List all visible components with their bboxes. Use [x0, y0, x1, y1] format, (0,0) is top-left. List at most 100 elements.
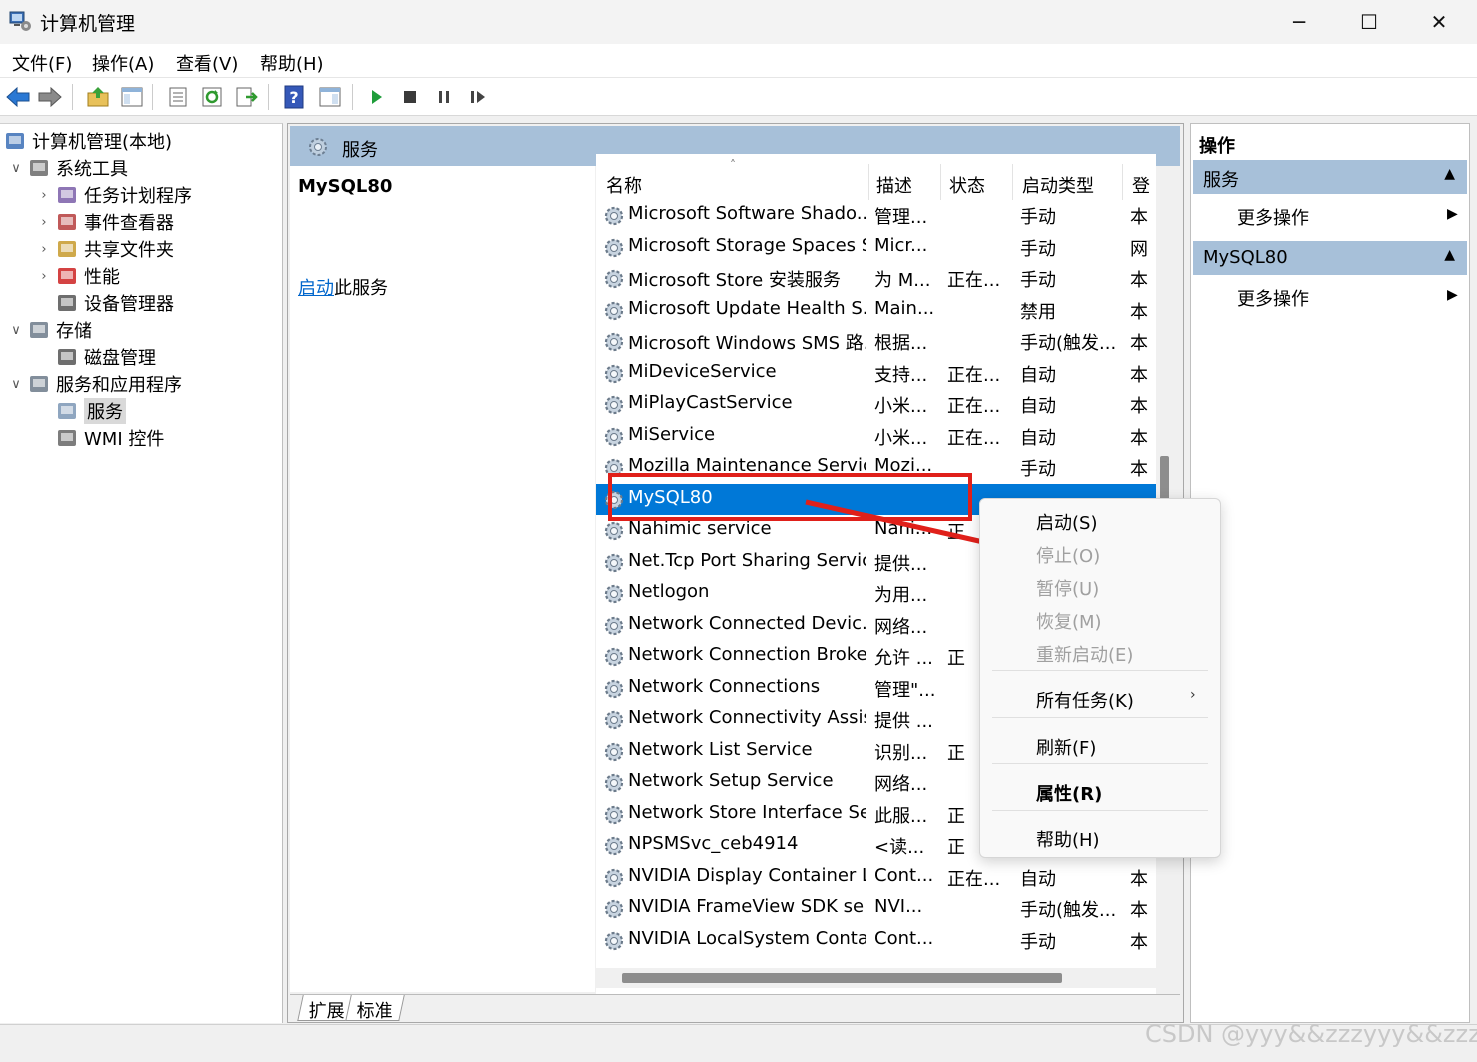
collapse-chevron-icon[interactable]: › [36, 188, 52, 203]
service-name: Net.Tcp Port Sharing Service [628, 549, 866, 571]
collapse-up-icon[interactable]: ▲ [1444, 166, 1455, 182]
refresh-icon[interactable] [198, 83, 226, 111]
column-header-description[interactable]: 描述 [876, 172, 912, 198]
title-bar: 计算机管理 ─ ☐ ✕ [0, 0, 1477, 44]
maximize-button[interactable]: ☐ [1334, 0, 1404, 44]
column-header-status[interactable]: 状态 [949, 172, 985, 198]
service-row[interactable]: MiPlayCastService 小米... 正在... 自动 本 [596, 389, 1156, 420]
collapse-up-icon[interactable]: ▲ [1444, 247, 1455, 263]
close-button[interactable]: ✕ [1404, 0, 1474, 44]
service-gear-icon [604, 364, 624, 383]
more-actions-services[interactable]: 更多操作 [1237, 204, 1309, 230]
service-logon: 本 [1130, 364, 1148, 386]
context-menu-item[interactable]: 所有任务(K) [1036, 687, 1134, 713]
service-row[interactable]: NVIDIA FrameView SDK se... NVI... 手动(触发...… [596, 893, 1156, 924]
context-menu: 启动(S) 停止(O) 暂停(U) 恢复(M) 重新启动(E) 所有任务(K) 刷新(F) 属… [979, 498, 1221, 858]
horizontal-scroll-thumb[interactable] [622, 973, 1062, 983]
service-startup-type: 手动(触发... [1020, 900, 1117, 921]
expand-chevron-icon[interactable]: ∨ [8, 161, 24, 176]
service-row[interactable]: Microsoft Store 安装服务 为 M... 正在... 手动 本 [596, 263, 1156, 294]
forward-arrow-icon[interactable] [36, 83, 64, 111]
collapse-chevron-icon[interactable]: › [36, 242, 52, 257]
service-startup-type: 自动 [1020, 364, 1056, 386]
service-status: 正在... [947, 427, 1001, 449]
tree-item[interactable]: › 事件查看器 [36, 209, 174, 235]
context-menu-item: 停止(O) [1036, 546, 1101, 567]
navigation-tree: 计算机管理(本地) ∨ 系统工具 › 任务计划程序 › 事件查看器 › 共享文件夹 › 性能 设备管理… [0, 123, 283, 1023]
service-row[interactable]: NVIDIA Display Container LS Cont... 正在... 自… [596, 862, 1156, 893]
services-header-title: 服务 [342, 140, 378, 161]
service-startup-type: 手动 [1020, 270, 1056, 291]
show-hide-action-pane-icon[interactable] [316, 83, 344, 111]
menu-file[interactable]: 文件(F) [12, 50, 72, 76]
collapse-chevron-icon[interactable]: › [36, 269, 52, 284]
tree-item[interactable]: › 共享文件夹 [36, 236, 174, 262]
tab-standard[interactable]: 标准 [345, 995, 405, 1022]
tree-item[interactable]: › 性能 [36, 263, 120, 289]
expand-chevron-icon[interactable]: ∨ [8, 323, 24, 338]
service-row[interactable]: MiDeviceService 支持... 正在... 自动 本 [596, 358, 1156, 389]
wmi-control-icon [56, 427, 78, 449]
service-name: Network Connected Devic... [628, 612, 866, 634]
context-menu-separator [992, 670, 1208, 671]
horizontal-scrollbar[interactable] [596, 968, 1156, 988]
tree-item[interactable]: 计算机管理(本地) [4, 128, 172, 154]
actions-section-mysql80[interactable]: MySQL80 ▲ [1193, 241, 1467, 275]
expand-chevron-icon[interactable]: ∨ [8, 377, 24, 392]
start-service-icon[interactable] [362, 83, 390, 111]
help-icon[interactable]: ? [280, 83, 308, 111]
service-row[interactable]: Microsoft Update Health S... Main... 禁用 本 [596, 295, 1156, 326]
submenu-chevron-icon: › [1190, 687, 1196, 703]
column-header-name[interactable]: 名称 [606, 172, 642, 198]
menu-help[interactable]: 帮助(H) [260, 50, 324, 76]
watermark: CSDN @yyy&&zzzyyy&&zzz [1145, 1020, 1477, 1048]
back-arrow-icon[interactable] [4, 83, 32, 111]
service-row[interactable]: Microsoft Software Shado... 管理... 手动 本 [596, 200, 1156, 231]
service-name: NVIDIA LocalSystem Conta... [628, 927, 866, 949]
service-description: 小米... [874, 427, 928, 449]
service-row[interactable]: NVIDIA LocalSystem Conta... Cont... 手动 本 [596, 925, 1156, 956]
pause-service-icon[interactable] [430, 83, 458, 111]
column-header-startup-type[interactable]: 启动类型 [1022, 172, 1094, 198]
context-menu-item[interactable]: 属性(R) [1036, 780, 1102, 806]
service-gear-icon [604, 238, 624, 257]
tree-item-label: WMI 控件 [84, 429, 165, 450]
services-gear-icon [56, 400, 78, 422]
context-menu-item: 重新启动(E) [1036, 645, 1134, 666]
tree-item[interactable]: ∨ 系统工具 [8, 155, 128, 181]
service-description: NVI... [874, 896, 923, 917]
service-row[interactable]: MiService 小米... 正在... 自动 本 [596, 421, 1156, 452]
service-name: Network List Service [628, 738, 813, 760]
actions-title: 操作 [1199, 136, 1235, 157]
service-logon: 本 [1130, 270, 1148, 291]
up-folder-icon[interactable] [84, 83, 112, 111]
tree-item[interactable]: 磁盘管理 [36, 344, 156, 370]
tree-item[interactable]: ∨ 服务和应用程序 [8, 371, 182, 397]
tree-item[interactable]: WMI 控件 [36, 425, 164, 451]
more-actions-mysql80[interactable]: 更多操作 [1237, 285, 1309, 311]
actions-section-services[interactable]: 服务 ▲ [1193, 160, 1467, 194]
tree-item[interactable]: ∨ 存储 [8, 317, 92, 343]
service-row[interactable]: Microsoft Storage Spaces S... Micr... 手动 网 [596, 232, 1156, 263]
service-logon: 本 [1130, 931, 1148, 953]
stop-service-icon[interactable] [396, 83, 424, 111]
tree-item[interactable]: 设备管理器 [36, 290, 174, 316]
column-header-logon[interactable]: 登 [1132, 172, 1150, 198]
start-service-link[interactable]: 启动 [298, 278, 334, 299]
tree-item[interactable]: 服务 [36, 398, 126, 424]
service-description: Micr... [874, 234, 928, 256]
tree-item[interactable]: › 任务计划程序 [36, 182, 192, 208]
restart-service-icon[interactable] [464, 83, 492, 111]
properties-icon[interactable] [164, 83, 192, 111]
service-row[interactable]: Microsoft Windows SMS 路... 根据... 手动(触发... 本 [596, 326, 1156, 357]
service-name: Microsoft Store 安装服务 [628, 270, 841, 291]
context-menu-item[interactable]: 启动(S) [1036, 509, 1097, 535]
show-hide-tree-icon[interactable] [118, 83, 146, 111]
context-menu-item[interactable]: 帮助(H) [1036, 826, 1100, 852]
menu-view[interactable]: 查看(V) [176, 50, 238, 76]
menu-action[interactable]: 操作(A) [92, 50, 154, 76]
minimize-button[interactable]: ─ [1264, 0, 1334, 44]
export-list-icon[interactable] [232, 83, 260, 111]
context-menu-item[interactable]: 刷新(F) [1036, 734, 1096, 760]
collapse-chevron-icon[interactable]: › [36, 215, 52, 230]
